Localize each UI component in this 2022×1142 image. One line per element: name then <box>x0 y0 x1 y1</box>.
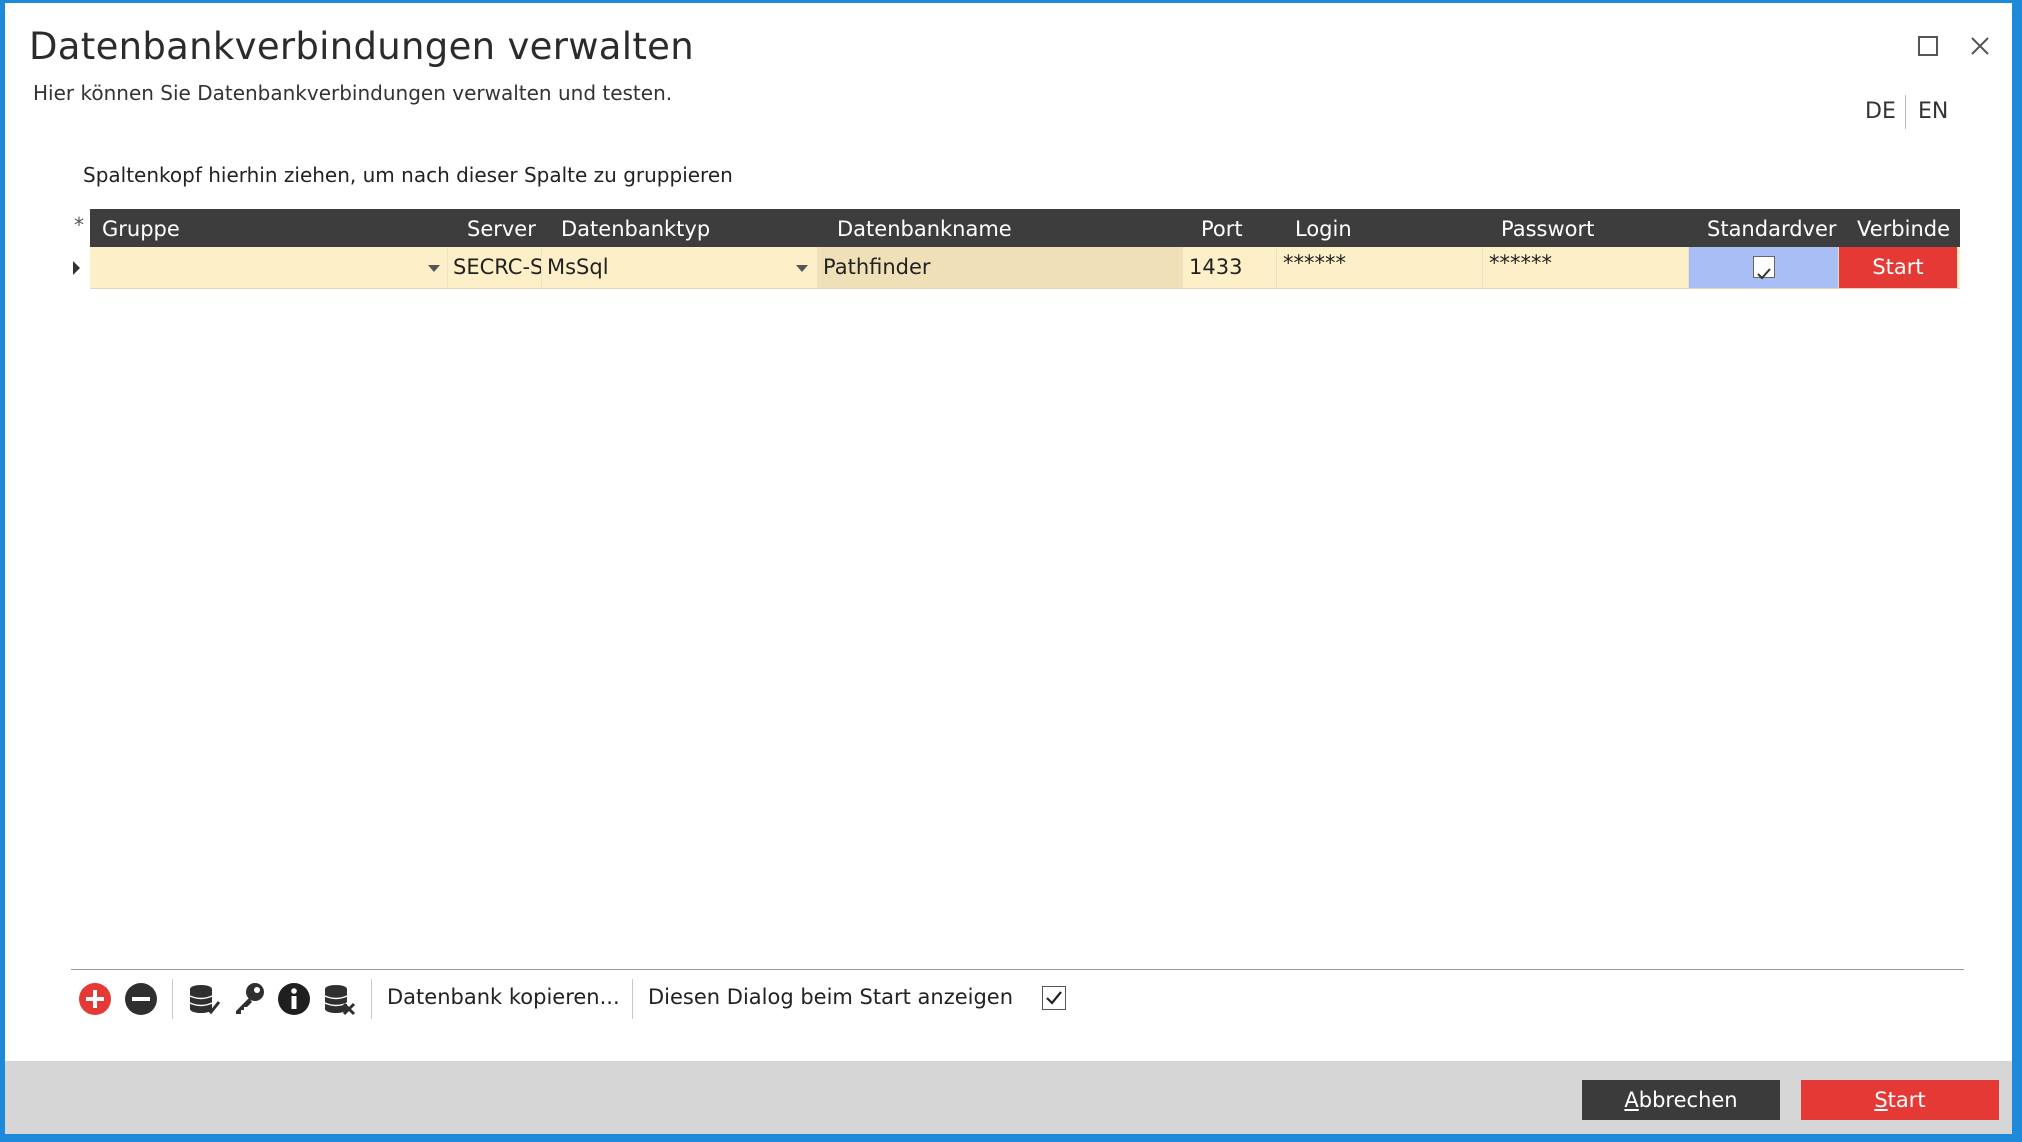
cancel-access-key: A <box>1624 1088 1639 1112</box>
show-on-start-checkbox[interactable] <box>1042 986 1066 1010</box>
connect-start-button[interactable]: Start <box>1839 247 1958 288</box>
column-header-datenbanktyp[interactable]: Datenbanktyp <box>561 209 761 247</box>
start-button[interactable]: Start <box>1801 1080 1999 1120</box>
cell-datenbanktyp[interactable]: MsSql <box>542 247 818 288</box>
toolbar-separator <box>632 979 633 1019</box>
column-header-verbinden[interactable]: Verbinde <box>1857 209 1957 247</box>
toolbar-separator <box>172 979 173 1019</box>
database-delete-icon[interactable] <box>321 981 357 1017</box>
database-check-icon[interactable] <box>186 981 222 1017</box>
show-on-start-label: Diesen Dialog beim Start anzeigen <box>648 985 1014 1009</box>
new-row-indicator[interactable]: * <box>69 215 89 235</box>
datenbanktyp-dropdown-icon[interactable] <box>796 265 808 272</box>
cell-standard[interactable] <box>1689 247 1839 288</box>
check-icon <box>1757 268 1771 280</box>
key-icon[interactable] <box>231 981 267 1017</box>
column-header-gruppe[interactable]: Gruppe <box>102 209 372 247</box>
gruppe-dropdown-icon[interactable] <box>428 265 440 272</box>
cancel-label: bbrechen <box>1638 1088 1738 1112</box>
standard-checkbox[interactable] <box>1753 256 1775 280</box>
column-header-login[interactable]: Login <box>1295 209 1485 247</box>
start-access-key: S <box>1874 1088 1888 1112</box>
dialog-window: Datenbankverbindungen verwalten Hier kön… <box>5 3 2012 1134</box>
dialog-subtitle: Hier können Sie Datenbankverbindungen ve… <box>33 81 673 105</box>
toolbar-separator <box>371 979 372 1019</box>
cell-gruppe[interactable] <box>90 247 448 288</box>
cell-datenbanktyp-value: MsSql <box>547 255 609 279</box>
language-en-link[interactable]: EN <box>1918 99 1948 124</box>
column-header-passwort[interactable]: Passwort <box>1501 209 1691 247</box>
cell-port[interactable]: 1433 <box>1183 247 1277 288</box>
language-divider <box>1905 95 1906 129</box>
add-icon[interactable] <box>77 981 113 1017</box>
row-indicator-icon <box>73 261 80 275</box>
check-icon <box>1046 991 1062 1005</box>
cell-datenbankname[interactable]: Pathfinder <box>818 247 1183 288</box>
dialog-title: Datenbankverbindungen verwalten <box>29 25 694 68</box>
language-de-link[interactable]: DE <box>1865 99 1896 124</box>
column-header-datenbankname[interactable]: Datenbankname <box>837 209 1107 247</box>
grid-header: Gruppe Server Datenbanktyp Datenbankname… <box>90 209 1960 247</box>
cell-server[interactable]: SECRC-S <box>448 247 542 288</box>
cancel-button[interactable]: Abbrechen <box>1582 1080 1780 1120</box>
column-header-standard[interactable]: Standardver <box>1707 209 1855 247</box>
start-label: tart <box>1887 1088 1926 1112</box>
cell-login[interactable]: ****** <box>1277 247 1483 288</box>
toolbar-divider <box>71 969 1964 970</box>
copy-database-button[interactable]: Datenbank kopieren... <box>387 985 620 1009</box>
column-header-server[interactable]: Server <box>467 209 552 247</box>
cell-passwort[interactable]: ****** <box>1483 247 1689 288</box>
close-icon[interactable] <box>1965 31 1995 61</box>
dialog-footer: Abbrechen Start <box>5 1061 2012 1134</box>
group-panel-hint: Spaltenkopf hierhin ziehen, um nach dies… <box>83 163 733 187</box>
info-icon[interactable] <box>276 981 312 1017</box>
maximize-icon[interactable] <box>1913 31 1943 61</box>
remove-icon[interactable] <box>123 981 159 1017</box>
column-header-port[interactable]: Port <box>1201 209 1281 247</box>
table-row[interactable]: SECRC-S MsSql Pathfinder 1433 ****** ***… <box>90 247 1960 289</box>
